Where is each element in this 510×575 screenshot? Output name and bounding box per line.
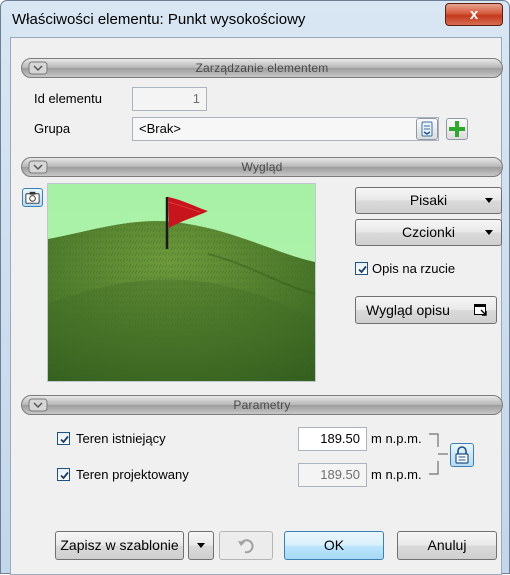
terrain-preview-image [48,184,315,381]
plan-description-checkbox[interactable] [355,262,368,275]
group-field[interactable]: <Brak> [132,117,439,141]
title-bar[interactable]: Właściwości elementu: Punkt wysokościowy… [1,1,509,37]
fonts-label: Czcionki [402,224,455,240]
description-appearance-button[interactable]: Wygląd opisu [355,296,497,324]
chevron-down-icon [485,230,493,235]
save-template-dropdown[interactable] [188,531,214,560]
checkmark-icon [60,435,69,444]
existing-terrain-checkbox[interactable] [57,432,70,445]
lock-link-button[interactable] [450,443,474,467]
camera-icon [25,191,40,204]
group-picker-icon [421,121,433,137]
section-title-parameters: Parametry [233,398,291,412]
group-label: Grupa [34,121,71,136]
ok-button[interactable]: OK [284,531,384,560]
designed-terrain-unit: m n.p.m. [371,467,422,482]
chevron-down-icon [485,198,493,203]
chevron-down-icon [197,543,205,548]
lock-icon [455,446,469,464]
pens-dropdown[interactable]: Pisaki [355,187,502,214]
section-header-appearance[interactable]: Wygląd [21,157,503,177]
fonts-dropdown[interactable]: Czcionki [355,219,502,246]
link-bracket [429,433,448,475]
element-id-label: Id elementu [34,91,102,106]
designed-terrain-checkbox[interactable] [57,468,70,481]
designed-terrain-input: 189.50 [298,463,367,487]
close-icon: x [469,6,479,23]
section-header-management[interactable]: Zarządzanie elementem [21,58,503,78]
undo-icon [238,539,254,554]
add-group-button[interactable] [446,118,468,140]
window-title: Właściwości elementu: Punkt wysokościowy [12,11,306,28]
save-template-label: Zapisz w szablonie [60,537,179,553]
existing-terrain-input[interactable]: 189.50 [298,427,367,451]
close-button[interactable]: x [445,3,503,26]
element-id-field: 1 [132,87,207,111]
ok-label: OK [323,537,345,553]
section-title-appearance: Wygląd [241,160,283,174]
popout-icon [474,304,487,316]
undo-button[interactable] [219,531,273,560]
snapshot-button[interactable] [22,188,43,207]
plan-description-label[interactable]: Opis na rzucie [372,261,455,276]
existing-terrain-label[interactable]: Teren istniejący [76,431,166,446]
existing-terrain-unit: m n.p.m. [371,431,422,446]
cancel-label: Anuluj [427,537,467,553]
section-title-management: Zarządzanie elementem [195,61,329,75]
checkmark-icon [358,265,367,274]
cancel-button[interactable]: Anuluj [397,531,497,560]
save-template-button[interactable]: Zapisz w szablonie [55,531,184,560]
description-appearance-label: Wygląd opisu [366,302,450,318]
pens-label: Pisaki [409,192,448,208]
group-picker-button[interactable] [416,118,438,140]
add-icon [449,121,465,137]
element-3d-preview[interactable] [47,183,316,382]
designed-terrain-label[interactable]: Teren projektowany [76,467,189,482]
checkmark-icon [60,471,69,480]
section-header-parameters[interactable]: Parametry [21,395,503,415]
